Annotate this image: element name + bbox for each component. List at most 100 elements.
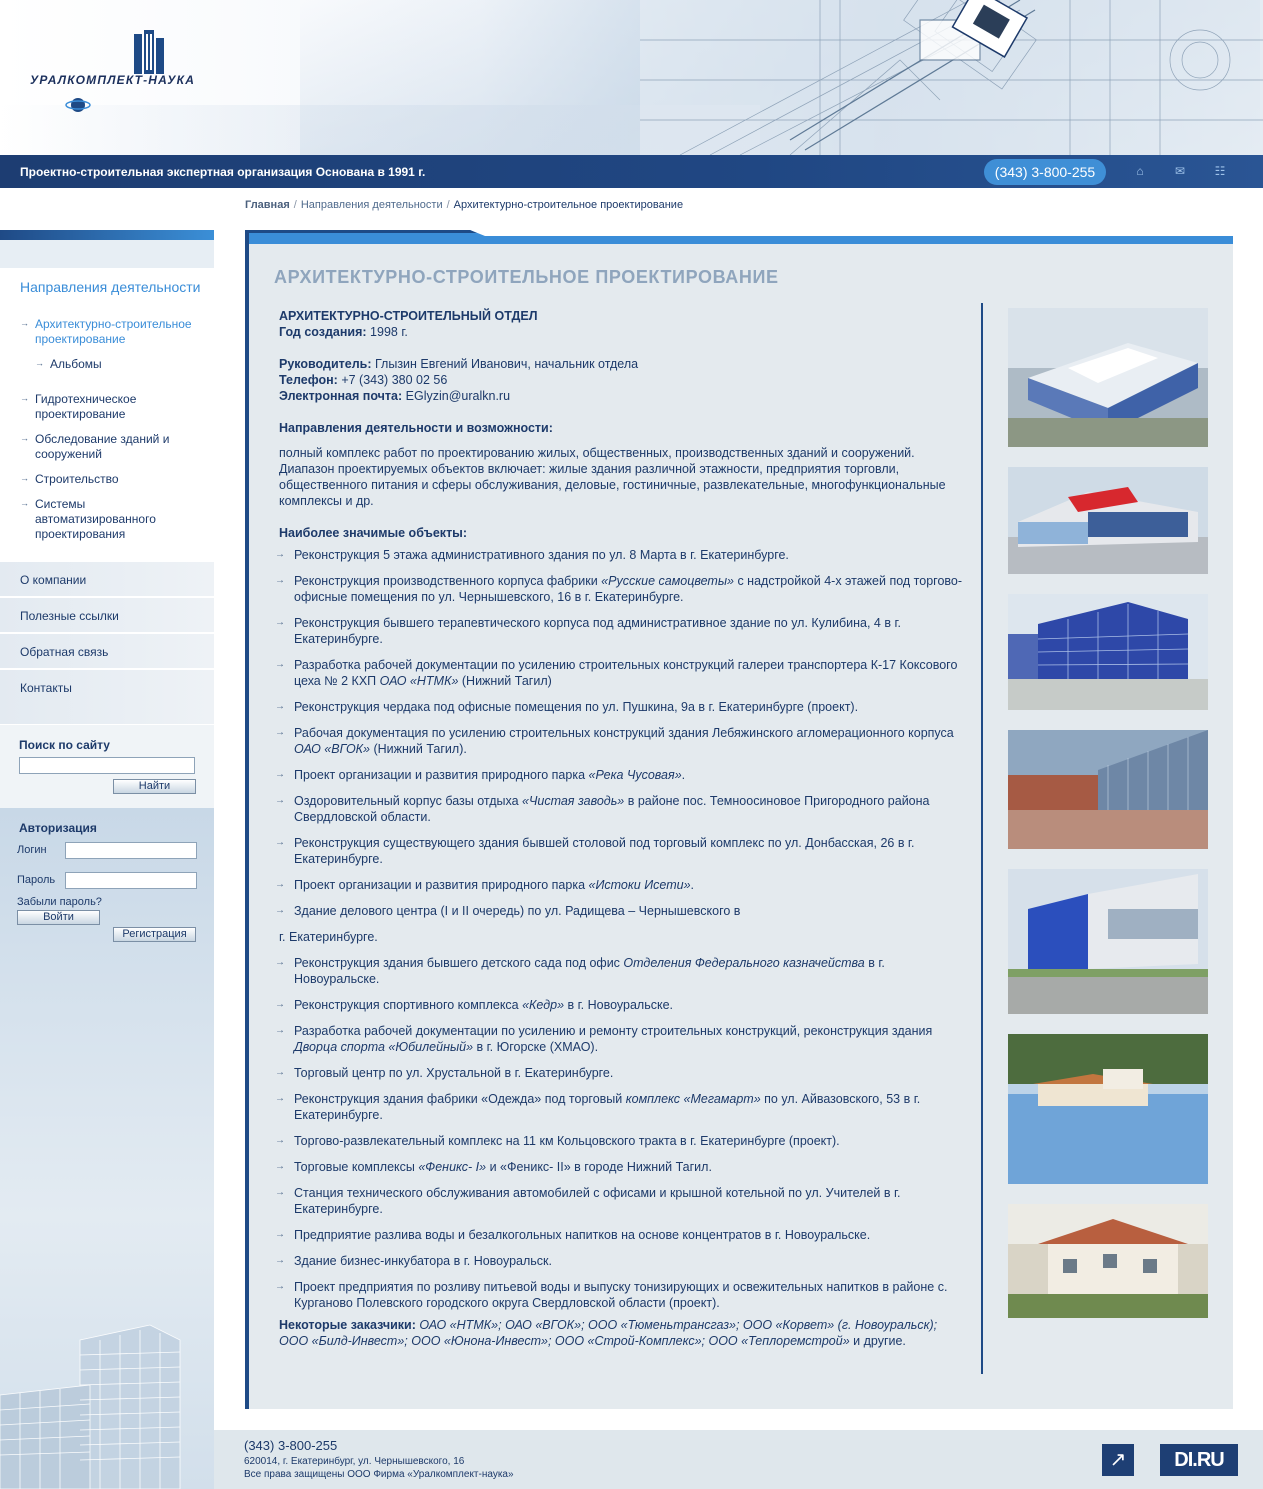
object-text: (Нижний Тагил) (458, 674, 552, 688)
sidebar-item-feedback[interactable]: Обратная связь (0, 634, 214, 669)
object-item: Рабочая документация по усилению строите… (275, 725, 969, 757)
object-text: Реконструкция чердака под офисные помеще… (294, 700, 859, 714)
email-value[interactable]: EGlyzin@uralkn.ru (406, 389, 510, 403)
password-label: Пароль (17, 874, 56, 886)
object-name: Отделения Федерального казначейства (623, 956, 865, 970)
object-text: Оздоровительный корпус базы отдыха (294, 794, 523, 808)
object-name: «Феникс- I» (418, 1160, 487, 1174)
object-name: «Русские самоцветы» (601, 574, 734, 588)
sidebar-item-inspection[interactable]: Обследование зданий и сооружений (35, 432, 195, 462)
object-name: «Река Чусовая» (588, 768, 682, 782)
object-text: Реконструкция здания фабрики «Одежда» по… (294, 1092, 626, 1106)
arrow-icon: → (20, 473, 29, 483)
footer-address: 620014, г. Екатеринбург, ул. Чернышевско… (244, 1456, 465, 1467)
breadcrumb: Главная / Направления деятельности / Архитек… (245, 199, 683, 211)
clients-tail: и другие. (849, 1334, 906, 1348)
sidebar-item-albums[interactable]: Альбомы (50, 357, 102, 372)
object-item: Реконструкция производственного корпуса … (275, 573, 969, 605)
year-value: 1998 г. (370, 325, 408, 339)
object-item: Реконструкция здания фабрики «Одежда» по… (275, 1091, 969, 1123)
project-thumbnail[interactable] (1008, 594, 1208, 710)
object-item: Реконструкция чердака под офисные помеще… (275, 699, 969, 715)
sidebar-item-construction[interactable]: Строительство (35, 472, 119, 487)
department-title: АРХИТЕКТУРНО-СТРОИТЕЛЬНЫЙ ОТДЕЛ (279, 309, 538, 323)
content-divider (981, 303, 983, 1374)
object-name: «Кедр» (522, 998, 565, 1012)
object-name: ОАО «ВГОК» (294, 742, 370, 756)
project-thumbnail[interactable] (1008, 730, 1208, 849)
clients-label: Некоторые заказчики: (279, 1318, 416, 1332)
mail-icon[interactable]: ✉ (1172, 163, 1188, 179)
forgot-password-link[interactable]: Забыли пароль? (17, 896, 102, 908)
project-thumbnail[interactable] (1008, 869, 1208, 1014)
object-item: Разработка рабочей документации по усиле… (275, 657, 969, 689)
login-button[interactable]: Войти (17, 910, 100, 925)
breadcrumb-separator: / (446, 199, 450, 211)
sidebar-item-contacts[interactable]: Контакты (0, 670, 214, 725)
sidebar-item-hydro[interactable]: Гидротехническое проектирование (35, 392, 185, 422)
object-name: «Истоки Исети» (588, 878, 691, 892)
objects-list: Реконструкция 5 этажа административного … (275, 547, 969, 1311)
directions-text: полный комплекс работ по проектированию … (279, 446, 946, 508)
head-label: Руководитель: (279, 357, 372, 371)
sitemap-icon[interactable]: ☷ (1212, 163, 1228, 179)
project-thumbnail[interactable] (1008, 1204, 1208, 1318)
object-text: Торговый центр по ул. Хрустальной в г. Е… (294, 1066, 614, 1080)
object-name: комплекс «Мегамарт» (625, 1092, 761, 1106)
sidebar-item-links[interactable]: Полезные ссылки (0, 598, 214, 633)
object-item: Торгово-развлекательный комплекс на 11 к… (275, 1133, 969, 1149)
project-thumbnail[interactable] (1008, 308, 1208, 447)
object-text: Разработка рабочей документации по усиле… (294, 1024, 933, 1038)
object-item: Разработка рабочей документации по усиле… (275, 1023, 969, 1055)
breadcrumb-home[interactable]: Главная (245, 199, 290, 211)
footer-copyright: Все права защищены ООО Фирма «Уралкомпле… (244, 1469, 514, 1480)
arrow-icon: → (20, 393, 29, 403)
sidebar-item-label: Обратная связь (20, 645, 109, 659)
object-item: г. Екатеринбурге. (279, 929, 969, 945)
object-text: Торгово-развлекательный комплекс на 11 к… (294, 1134, 840, 1148)
directions-title: Направления деятельности и возможности: (279, 421, 553, 435)
home-icon[interactable]: ⌂ (1132, 163, 1148, 179)
search-input[interactable] (19, 757, 195, 774)
login-field[interactable] (65, 842, 197, 859)
object-text: Реконструкция производственного корпуса … (294, 574, 602, 588)
object-text: г. Екатеринбурге. (279, 930, 378, 944)
object-item: Проект организации и развития природного… (275, 877, 969, 893)
object-item: Реконструкция здания бывшего детского са… (275, 955, 969, 987)
object-text: Станция технического обслуживания автомо… (294, 1186, 901, 1216)
sidebar-item-architecture[interactable]: Архитектурно-строительное проектирование (35, 317, 205, 347)
object-text: Проект предприятия по розливу питьевой в… (294, 1280, 948, 1310)
objects-title: Наиболее значимые объекты: (279, 526, 468, 540)
object-item: Реконструкция 5 этажа административного … (275, 547, 969, 563)
sidebar-item-cad[interactable]: Системы автоматизированного проектирован… (35, 497, 185, 542)
search-title: Поиск по сайту (19, 738, 110, 752)
page-title: АРХИТЕКТУРНО-СТРОИТЕЛЬНОЕ ПРОЕКТИРОВАНИЕ (274, 267, 779, 287)
object-text: Торговые комплексы (294, 1160, 419, 1174)
site-header: УРАЛКОМПЛЕКТ-НАУКА (0, 0, 1263, 155)
password-field[interactable] (65, 872, 197, 889)
footer-phone: (343) 3-800-255 (244, 1438, 338, 1453)
breadcrumb-section[interactable]: Направления деятельности (301, 199, 443, 211)
object-item: Реконструкция спортивного комплекса «Кед… (275, 997, 969, 1013)
arrow-icon: → (35, 358, 44, 368)
object-text: . (690, 878, 695, 892)
head-value: Глызин Евгений Иванович, начальник отдел… (374, 357, 639, 371)
content-body: АРХИТЕКТУРНО-СТРОИТЕЛЬНЫЙ ОТДЕЛ Год созд… (275, 308, 969, 1349)
diru-badge[interactable]: DI.RU (1160, 1444, 1238, 1476)
header-phone[interactable]: (343) 3-800-255 (984, 159, 1106, 185)
project-thumbnail[interactable] (1008, 1034, 1208, 1184)
breadcrumb-current: Архитектурно-строительное проектирование (453, 199, 684, 211)
content-top-strip (245, 230, 1233, 244)
object-text: Рабочая документация по усилению строите… (294, 726, 954, 740)
object-text: Здание бизнес-инкубатора в г. Новоуральс… (294, 1254, 552, 1268)
sidebar-title[interactable]: Направления деятельности (20, 279, 200, 295)
object-text: (Нижний Тагил). (370, 742, 467, 756)
sidebar-item-about[interactable]: О компании (0, 562, 214, 597)
register-button[interactable]: Регистрация (113, 927, 196, 942)
sidebar-item-label: Контакты (20, 681, 72, 695)
object-item: Здание бизнес-инкубатора в г. Новоуральс… (275, 1253, 969, 1269)
object-text: Здание делового центра (I и II очередь) … (294, 904, 741, 918)
search-button[interactable]: Найти (113, 779, 196, 794)
project-thumbnail[interactable] (1008, 467, 1208, 574)
arrow-up-right-icon[interactable]: ↗ (1102, 1444, 1134, 1476)
